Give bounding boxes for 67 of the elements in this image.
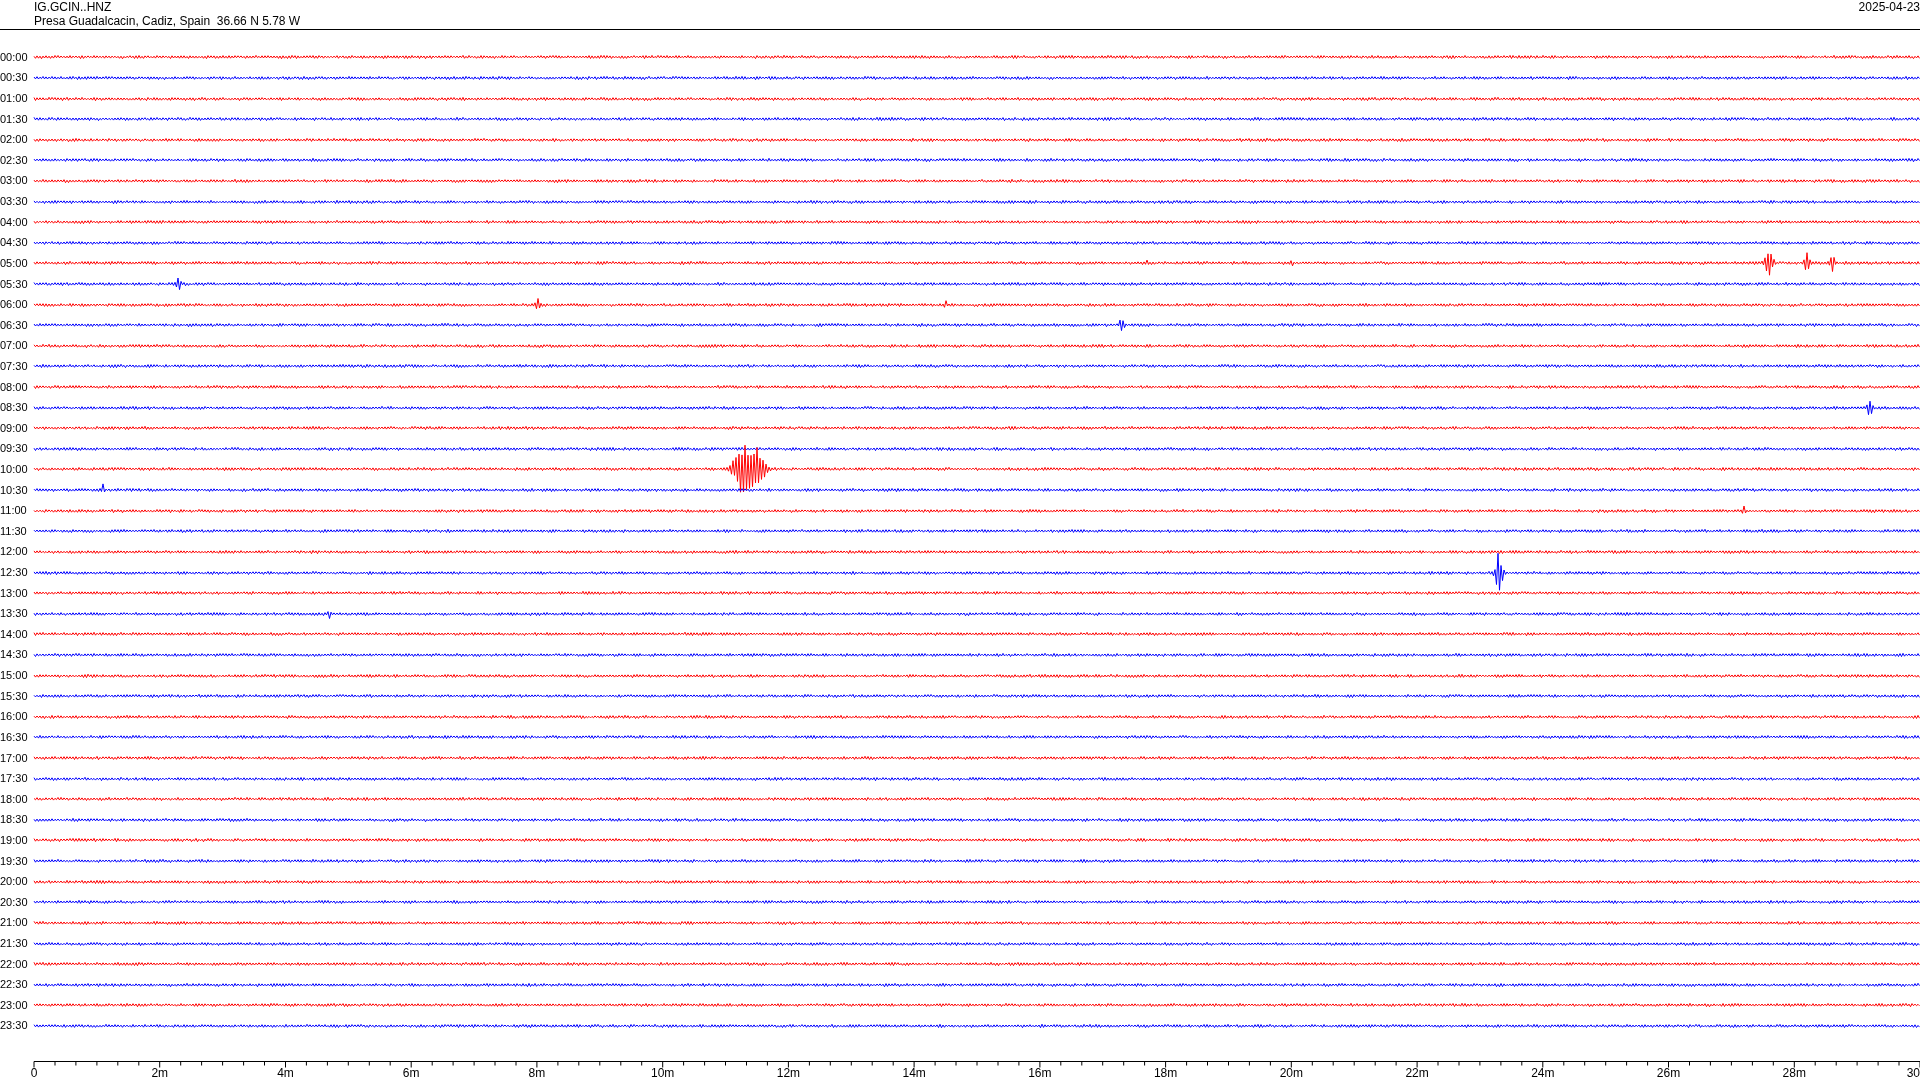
trace-time-label: 00:30: [0, 71, 29, 85]
axis-tick-label: 30: [1906, 1066, 1920, 1080]
trace-time-label: 06:30: [0, 318, 29, 332]
trace-time-label: 05:30: [0, 277, 29, 291]
trace-time-label: 19:30: [0, 854, 29, 868]
trace-time-label: 20:30: [0, 895, 29, 909]
trace-time-label: 23:00: [0, 998, 29, 1012]
trace-time-label: 02:00: [0, 133, 29, 147]
trace-time-label: 15:00: [0, 669, 29, 683]
trace-time-label: 04:00: [0, 215, 29, 229]
station-code: IG.GCIN..HNZ: [34, 0, 113, 14]
trace-time-label: 15:30: [0, 689, 29, 703]
trace-time-label: 13:00: [0, 586, 29, 600]
axis-tick-label: 20m: [1279, 1066, 1303, 1080]
trace-time-label: 09:00: [0, 421, 29, 435]
plot-date: 2025-04-23: [1858, 0, 1920, 14]
axis-tick-label: 4m: [277, 1066, 294, 1080]
trace-time-label: 17:00: [0, 751, 29, 765]
trace-time-label: 13:30: [0, 607, 29, 621]
trace-time-label: 06:00: [0, 298, 29, 312]
trace-time-label: 09:30: [0, 442, 29, 456]
trace-time-label: 05:00: [0, 256, 29, 270]
axis-tick-label: 6m: [402, 1066, 420, 1080]
trace-time-label: 19:00: [0, 833, 29, 847]
trace-time-label: 16:30: [0, 730, 29, 744]
station-location: Presa Guadalcacin, Cadiz, Spain 36.66 N 5.78 W: [34, 14, 301, 28]
trace-time-label: 00:00: [0, 50, 29, 64]
trace-time-label: 01:00: [0, 92, 29, 105]
trace-time-label: 17:30: [0, 772, 29, 786]
axis-tick-label: 28m: [1782, 1066, 1806, 1080]
trace-time-label: 12:00: [0, 545, 29, 559]
trace-time-label: 22:30: [0, 978, 29, 992]
trace-time-label: 08:00: [0, 380, 29, 394]
trace-time-label: 18:30: [0, 813, 29, 827]
trace-time-label: 21:30: [0, 937, 29, 950]
trace-time-label: 14:30: [0, 648, 29, 662]
trace-time-label: 03:00: [0, 174, 29, 188]
axis-tick-label: 16m: [1028, 1066, 1052, 1080]
trace-time-label: 04:30: [0, 236, 29, 250]
axis-tick-label: 10m: [651, 1066, 675, 1080]
trace-time-label: 14:00: [0, 627, 29, 641]
axis-tick-label: 18m: [1153, 1066, 1178, 1080]
trace-time-label: 12:30: [0, 566, 29, 580]
trace-time-label: 08:30: [0, 401, 29, 415]
trace-time-label: 22:00: [0, 957, 29, 971]
trace-time-label: 07:00: [0, 339, 29, 353]
axis-tick-label: 8m: [528, 1066, 546, 1080]
axis-tick-label: 22m: [1405, 1066, 1429, 1080]
axis-tick-label: 12m: [776, 1066, 801, 1080]
trace-time-label: 10:00: [0, 463, 29, 476]
trace-time-label: 01:30: [0, 112, 29, 126]
trace-time-label: 03:30: [0, 195, 29, 209]
trace-time-label: 23:30: [0, 1019, 29, 1033]
trace-time-label: 20:00: [0, 875, 29, 889]
trace-time-label: 02:30: [0, 153, 29, 167]
axis-tick-label: 24m: [1531, 1066, 1555, 1080]
axis-tick-label: 26m: [1656, 1066, 1681, 1080]
trace-time-label: 18:00: [0, 792, 29, 806]
axis-tick-label: 14m: [902, 1066, 926, 1080]
axis-tick-label: 2m: [151, 1066, 169, 1080]
trace-time-label: 11:30: [0, 524, 28, 538]
trace-time-label: 10:30: [0, 483, 29, 497]
trace-time-label: 11:00: [0, 504, 28, 518]
trace-time-label: 16:00: [0, 710, 29, 724]
trace-time-label: 21:00: [0, 916, 29, 930]
axis-tick-label: 0: [30, 1066, 38, 1080]
trace-time-label: 07:30: [0, 359, 29, 373]
